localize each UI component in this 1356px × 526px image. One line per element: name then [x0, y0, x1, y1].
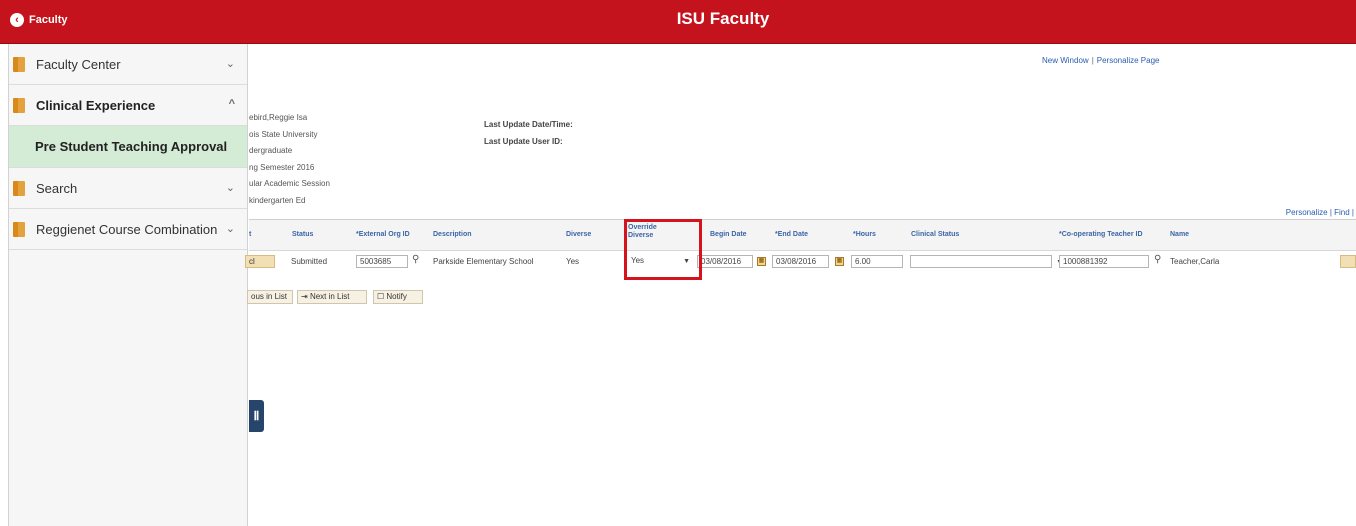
info-line: ng Semester 2016	[249, 162, 315, 172]
info-line: dergraduate	[249, 146, 293, 155]
chevron-down-icon: ⌄	[225, 182, 235, 194]
personalize-page-link[interactable]: Personalize Page	[1097, 56, 1160, 65]
notify-icon: ☐	[377, 292, 387, 301]
diverse-value: Yes	[566, 257, 580, 266]
magnifier-icon[interactable]: ⚲	[412, 254, 419, 265]
pause-icon[interactable]: Ⅱ	[249, 400, 264, 432]
teacher-name-value: Teacher,Carla	[1170, 257, 1220, 266]
notify-button[interactable]: ☐ Notify	[373, 290, 423, 304]
status-value: Submitted	[291, 257, 328, 266]
student-info: ebird,Reggie Isa ois State University de…	[249, 110, 330, 209]
sidebar-item-clinical-experience[interactable]: Clinical Experience ^	[9, 85, 247, 126]
description-value: Parkside Elementary School	[433, 257, 534, 266]
chevron-up-icon: ^	[228, 98, 235, 110]
col-header-external-org-id: *External Org ID	[356, 231, 410, 238]
col-header-hours: *Hours	[853, 231, 876, 238]
sidebar-nav: Faculty Center ⌄ Clinical Experience ^ P…	[8, 44, 248, 526]
col-header-begin-date: Begin Date	[710, 231, 747, 238]
grid-toolbar: Personalize | Find |	[1285, 208, 1354, 217]
col-header-status: Status	[292, 231, 314, 238]
info-line: kindergarten Ed	[249, 195, 306, 205]
end-date-field[interactable]: 03/08/2016	[772, 255, 829, 268]
col-header-end-date: *End Date	[775, 231, 809, 238]
new-window-link[interactable]: New Window	[1042, 56, 1089, 65]
clinical-status-select[interactable]: ▼	[910, 255, 1063, 268]
notify-label: Notify	[386, 292, 407, 301]
teacher-id-field[interactable]: 1000881392	[1059, 255, 1149, 268]
sidebar-item-search[interactable]: Search ⌄	[9, 168, 247, 209]
sidebar-item-label: Search	[36, 180, 78, 196]
folder-icon	[13, 97, 25, 113]
last-update-datetime-label: Last Update Date/Time:	[484, 120, 573, 129]
last-update-user-label: Last Update User ID:	[484, 137, 563, 146]
hours-field[interactable]: 6.00	[851, 255, 903, 268]
next-list-icon: ⇥	[301, 292, 310, 301]
main-content: New Window | Personalize Page ebird,Reggie…	[245, 44, 1356, 526]
calendar-icon[interactable]: ▦	[835, 257, 844, 266]
col-header-clinical-status: Clinical Status	[911, 231, 960, 238]
grid-header: t Status *External Org ID Description Di…	[249, 219, 1356, 251]
row-action-button[interactable]: cl	[245, 255, 275, 268]
col-header: t	[249, 231, 252, 238]
next-in-list-button[interactable]: ⇥ Next in List	[297, 290, 367, 304]
grid-personalize-link[interactable]: Personalize	[1286, 208, 1328, 217]
row-edit-button[interactable]	[1340, 255, 1356, 268]
col-header-teacher-id: *Co-operating Teacher ID	[1059, 231, 1143, 238]
sidebar-item-label: Reggienet Course Combination	[36, 221, 218, 237]
sidebar-item-label: Clinical Experience	[36, 97, 156, 113]
override-diverse-highlight	[624, 219, 702, 280]
chevron-down-icon: ⌄	[225, 223, 235, 235]
update-meta: Last Update Date/Time: Last Update User …	[484, 116, 573, 150]
table-row: cl Submitted 5003685 ⚲ Parkside Elementa…	[245, 252, 1356, 274]
sidebar-item-faculty-center[interactable]: Faculty Center ⌄	[9, 44, 247, 85]
magnifier-icon[interactable]: ⚲	[1154, 254, 1161, 265]
folder-icon	[13, 180, 25, 196]
col-header-description: Description	[433, 231, 472, 238]
previous-in-list-button[interactable]: ous in List	[247, 290, 293, 304]
page-links: New Window | Personalize Page	[1042, 56, 1159, 65]
external-org-id-field[interactable]: 5003685	[356, 255, 408, 268]
app-title: ISU Faculty	[676, 9, 770, 28]
info-line: ebird,Reggie Isa	[249, 113, 308, 122]
folder-icon	[13, 221, 25, 237]
col-header-diverse: Diverse	[566, 231, 592, 238]
app-header: ‹ Faculty ISU Faculty	[0, 0, 1356, 44]
grid-find-link[interactable]: Find	[1334, 208, 1350, 217]
sidebar-item-reggienet-course-combination[interactable]: Reggienet Course Combination ⌄	[9, 209, 247, 250]
link-separator: |	[1091, 56, 1094, 65]
begin-date-field[interactable]: 03/08/2016	[697, 255, 753, 268]
col-header-name: Name	[1170, 231, 1190, 238]
sidebar-item-pre-student-teaching-approval[interactable]: Pre Student Teaching Approval	[9, 126, 247, 168]
next-in-list-label: Next in List	[309, 292, 350, 301]
info-line: ular Academic Session	[249, 179, 330, 188]
sidebar-item-label: Faculty Center	[36, 56, 121, 72]
info-line: ois State University	[249, 129, 318, 139]
chevron-down-icon: ⌄	[225, 58, 235, 70]
folder-icon	[13, 56, 25, 72]
calendar-icon[interactable]: ▦	[757, 257, 766, 266]
